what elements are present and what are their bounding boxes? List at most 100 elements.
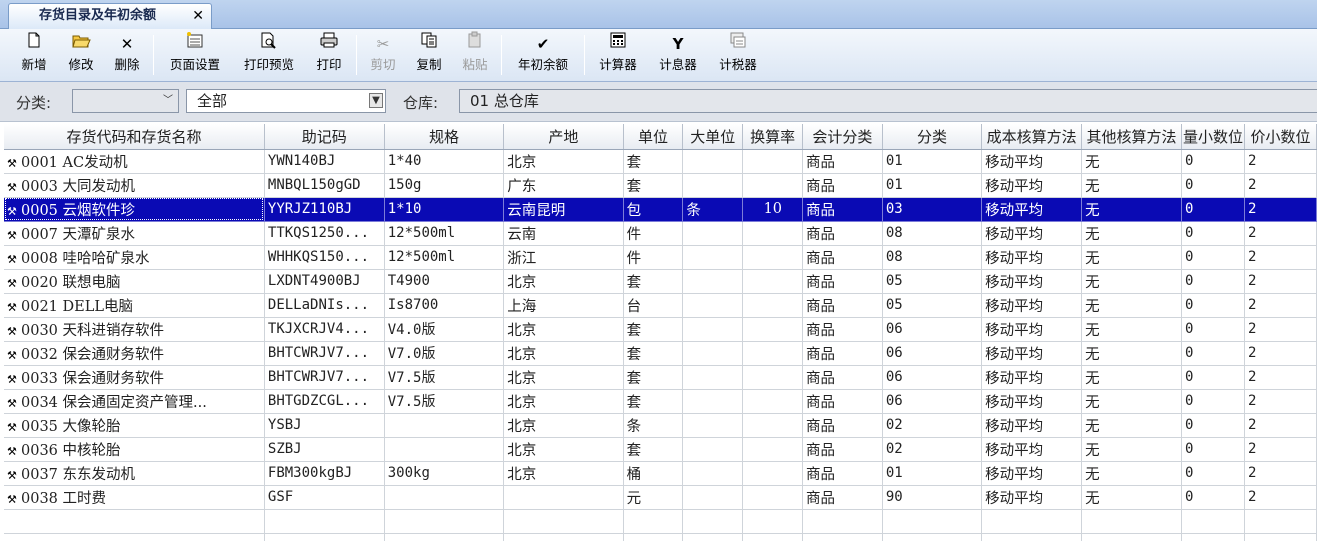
cell-origin[interactable]: 北京 xyxy=(503,365,624,390)
column-header[interactable]: 量小数位 xyxy=(1181,124,1246,150)
cell-price-dec[interactable]: 2 xyxy=(1244,389,1317,414)
cell-price-dec[interactable]: 2 xyxy=(1244,197,1317,222)
cell-other[interactable]: 无 xyxy=(1081,269,1182,294)
cell-spec[interactable]: 1*10 xyxy=(384,197,505,222)
cell-qty-dec[interactable]: 0 xyxy=(1181,389,1246,414)
cell-ratio[interactable]: 10 xyxy=(742,197,804,222)
cell-big-unit[interactable] xyxy=(682,245,744,270)
cell-origin[interactable]: 云南 xyxy=(503,221,624,246)
cell-other[interactable]: 无 xyxy=(1081,293,1182,318)
cell-qty-dec[interactable]: 0 xyxy=(1181,437,1246,462)
cell-other[interactable]: 无 xyxy=(1081,149,1182,174)
cell-cost[interactable]: 移动平均 xyxy=(981,245,1083,270)
cell-mnemonic[interactable]: WHHKQS150... xyxy=(264,245,385,270)
cell-spec[interactable] xyxy=(384,413,505,438)
cell-cat[interactable]: 06 xyxy=(882,389,983,414)
cell-code-name[interactable]: ⚒ 0030 天科进销存软件 xyxy=(4,317,265,342)
table-row[interactable]: ⚒ 0005 云烟软件珍 YYRJZ110BJ 1*10 云南昆明包条 10 商品 03 移动平… xyxy=(4,197,1317,222)
cell-cat[interactable]: 08 xyxy=(882,245,983,270)
column-header[interactable]: 单位 xyxy=(623,124,684,150)
cell-acct[interactable]: 商品 xyxy=(802,149,883,174)
cell-spec[interactable]: 1*40 xyxy=(384,149,505,174)
cell-other[interactable]: 无 xyxy=(1081,221,1182,246)
cell-big-unit[interactable] xyxy=(682,173,744,198)
cell-unit[interactable]: 件 xyxy=(623,245,684,270)
cell-cost[interactable]: 移动平均 xyxy=(981,389,1083,414)
table-row[interactable]: ⚒ 0032 保会通财务软件 BHTCWRJV7... V7.0版 北京套 商品 06 移动平… xyxy=(4,341,1317,366)
cell-ratio[interactable] xyxy=(742,173,804,198)
cell-unit[interactable]: 套 xyxy=(623,389,684,414)
column-header[interactable]: 价小数位 xyxy=(1244,124,1317,150)
column-header[interactable]: 换算率 xyxy=(742,124,804,150)
cell-cost[interactable]: 移动平均 xyxy=(981,293,1083,318)
cell-price-dec[interactable]: 2 xyxy=(1244,149,1317,174)
category-select[interactable]: ﹀ xyxy=(72,89,179,113)
cell-qty-dec[interactable]: 0 xyxy=(1181,197,1246,222)
cell-qty-dec[interactable]: 0 xyxy=(1181,173,1246,198)
calculator-button[interactable]: 计算器 xyxy=(592,31,644,79)
scope-select[interactable]: 全部 ▼ xyxy=(186,89,386,113)
cell-origin[interactable]: 北京 xyxy=(503,149,624,174)
cell-big-unit[interactable] xyxy=(682,317,744,342)
table-row[interactable]: ⚒ 0007 天潭矿泉水 TTKQS1250... 12*500ml 云南件 商品 08 移动… xyxy=(4,221,1317,246)
cell-price-dec[interactable]: 2 xyxy=(1244,365,1317,390)
cell-acct[interactable]: 商品 xyxy=(802,269,883,294)
cell-unit[interactable]: 套 xyxy=(623,341,684,366)
cell-qty-dec[interactable]: 0 xyxy=(1181,413,1246,438)
cell-big-unit[interactable] xyxy=(682,437,744,462)
cell-acct[interactable]: 商品 xyxy=(802,197,883,222)
cell-price-dec[interactable]: 2 xyxy=(1244,461,1317,486)
cell-acct[interactable]: 商品 xyxy=(802,485,883,510)
print-button[interactable]: 打印 xyxy=(308,31,350,79)
cell-unit[interactable]: 桶 xyxy=(623,461,684,486)
cell-ratio[interactable] xyxy=(742,149,804,174)
cell-cost[interactable]: 移动平均 xyxy=(981,317,1083,342)
cell-mnemonic[interactable]: TKJXCRJV4... xyxy=(264,317,385,342)
cell-acct[interactable]: 商品 xyxy=(802,221,883,246)
table-row[interactable]: ⚒ 0020 联想电脑 LXDNT4900BJ T4900 北京套 商品 05 移动平均无 0 2 xyxy=(4,269,1317,294)
cell-mnemonic[interactable]: LXDNT4900BJ xyxy=(264,269,385,294)
cell-qty-dec[interactable]: 0 xyxy=(1181,485,1246,510)
cell-spec[interactable]: 300kg xyxy=(384,461,505,486)
chevron-down-icon[interactable]: ﹀ xyxy=(160,92,176,110)
cell-mnemonic[interactable]: YSBJ xyxy=(264,413,385,438)
cell-ratio[interactable] xyxy=(742,317,804,342)
paste-button[interactable]: 粘贴 xyxy=(454,31,496,79)
cell-code-name[interactable]: ⚒ 0034 保会通固定资产管理... xyxy=(4,389,265,414)
cell-price-dec[interactable]: 2 xyxy=(1244,341,1317,366)
cell-origin[interactable]: 北京 xyxy=(503,269,624,294)
tab-inventory-catalog[interactable]: 存货目录及年初余额 ✕ xyxy=(8,3,212,29)
cell-ratio[interactable] xyxy=(742,293,804,318)
cell-big-unit[interactable] xyxy=(682,461,744,486)
cell-unit[interactable]: 套 xyxy=(623,437,684,462)
cell-cost[interactable]: 移动平均 xyxy=(981,269,1083,294)
copy-button[interactable]: 复制 xyxy=(408,31,450,79)
cell-acct[interactable]: 商品 xyxy=(802,461,883,486)
cell-ratio[interactable] xyxy=(742,461,804,486)
cell-ratio[interactable] xyxy=(742,245,804,270)
column-header[interactable]: 成本核算方法 xyxy=(981,124,1083,150)
cell-spec[interactable]: Is8700 xyxy=(384,293,505,318)
cell-ratio[interactable] xyxy=(742,221,804,246)
cell-other[interactable]: 无 xyxy=(1081,389,1182,414)
tax-calculator-button[interactable]: 计税器 xyxy=(712,31,764,79)
cell-cost[interactable]: 移动平均 xyxy=(981,341,1083,366)
cell-spec[interactable]: V7.5版 xyxy=(384,389,505,414)
cell-big-unit[interactable]: 条 xyxy=(682,197,744,222)
cell-spec[interactable]: 12*500ml xyxy=(384,221,505,246)
cell-qty-dec[interactable]: 0 xyxy=(1181,149,1246,174)
cell-unit[interactable]: 套 xyxy=(623,317,684,342)
cell-qty-dec[interactable]: 0 xyxy=(1181,221,1246,246)
column-header[interactable]: 分类 xyxy=(882,124,983,150)
cell-code-name[interactable]: ⚒ 0008 哇哈哈矿泉水 xyxy=(4,245,265,270)
cell-code-name[interactable]: ⚒ 0003 大同发动机 xyxy=(4,173,265,198)
cell-price-dec[interactable]: 2 xyxy=(1244,293,1317,318)
cell-mnemonic[interactable]: GSF xyxy=(264,485,385,510)
cell-acct[interactable]: 商品 xyxy=(802,293,883,318)
column-header[interactable]: 产地 xyxy=(503,124,624,150)
cell-acct[interactable]: 商品 xyxy=(802,437,883,462)
cell-big-unit[interactable] xyxy=(682,221,744,246)
cell-unit[interactable]: 套 xyxy=(623,173,684,198)
cell-cat[interactable]: 02 xyxy=(882,413,983,438)
cell-acct[interactable]: 商品 xyxy=(802,389,883,414)
